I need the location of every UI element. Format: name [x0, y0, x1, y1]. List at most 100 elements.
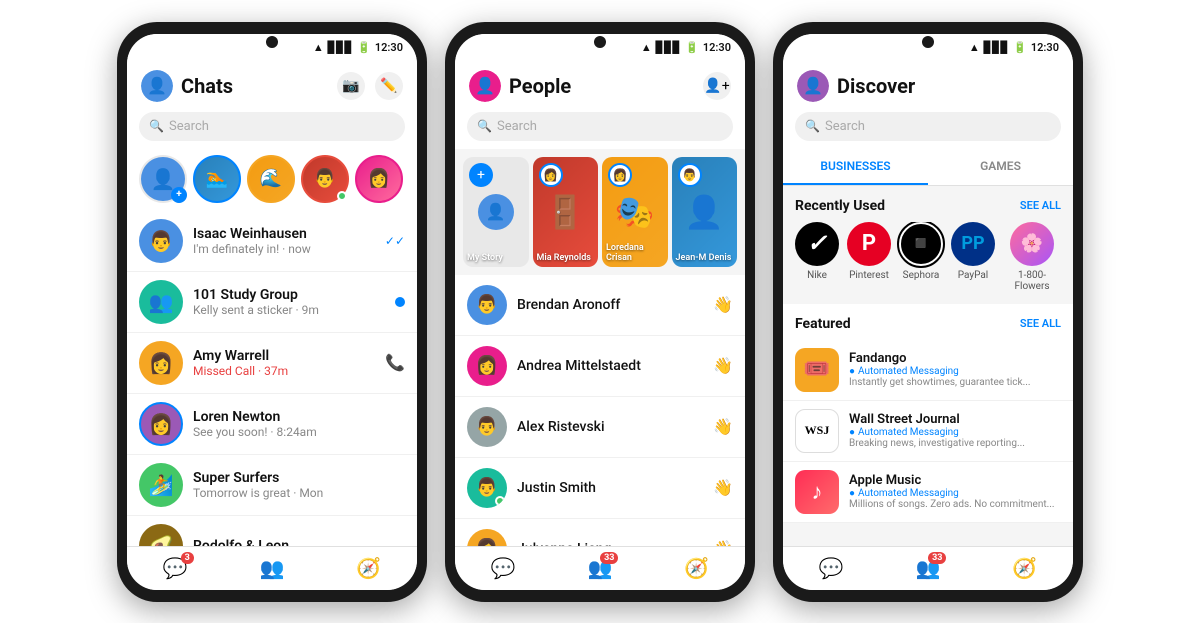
camera-button[interactable]: 📷 — [337, 72, 365, 100]
featured-title: Featured — [795, 316, 851, 332]
recently-used-title: Recently Used — [795, 198, 885, 214]
search-icon-discover: 🔍 — [805, 119, 820, 133]
search-input-people[interactable]: Search — [467, 112, 733, 141]
online-dot-justin — [495, 496, 505, 506]
discover-tabs: BUSINESSES GAMES — [783, 149, 1073, 186]
chat-preview-amy: Missed Call · 37m — [193, 364, 375, 378]
story-avatar-mia: 👩 — [539, 163, 563, 187]
clock: 12:30 — [375, 41, 403, 54]
wave-icon-brendan[interactable]: 👋 — [713, 295, 733, 314]
avatar-surfers: 🏄 — [139, 463, 183, 507]
wifi-icon-discover: ▲ — [969, 41, 980, 54]
recently-item-sephora[interactable]: ⬛ Sephora — [899, 222, 943, 292]
nav-chats-active[interactable]: 💬 3 — [163, 556, 188, 580]
wsj-logo: WSJ — [795, 409, 839, 453]
chat-name-surfers: Super Surfers — [193, 470, 405, 486]
story-item-3[interactable]: 👨 — [301, 155, 349, 203]
people-name-brendan: Brendan Aronoff — [517, 297, 703, 313]
nav-discover-people[interactable]: 🧭 — [684, 556, 709, 580]
avatar-rodolfo: 🥑 — [139, 524, 183, 546]
people-list: 👨 Brendan Aronoff 👋 👩 Andrea Mittelstaed… — [455, 275, 745, 546]
recently-item-nike[interactable]: ✓ Nike — [795, 222, 839, 292]
nav-discover-active[interactable]: 🧭 — [1012, 556, 1037, 580]
chat-item-rodolfo[interactable]: 🥑 Rodolfo & Leon — [127, 516, 417, 546]
story-card-mia[interactable]: 🚪 👩 Mia Reynolds — [533, 157, 599, 267]
people-item-andrea[interactable]: 👩 Andrea Mittelstaedt 👋 — [455, 336, 745, 397]
wave-icon-justin[interactable]: 👋 — [713, 478, 733, 497]
user-avatar-discover[interactable]: 👤 — [797, 70, 829, 102]
user-avatar-chats[interactable]: 👤 — [141, 70, 173, 102]
fandango-logo: 🎟️ — [795, 348, 839, 392]
story-add-btn[interactable]: + — [469, 163, 493, 187]
featured-item-fandango[interactable]: 🎟️ Fandango ● Automated Messaging Instan… — [783, 340, 1073, 401]
story-card-jean[interactable]: 👤 👨 Jean-M Denis — [672, 157, 738, 267]
story-item-2[interactable]: 🌊 — [247, 155, 295, 203]
bottom-nav-discover: 💬 👥 33 🧭 — [783, 546, 1073, 590]
chat-item-amy[interactable]: 👩 Amy Warrell Missed Call · 37m 📞 — [127, 333, 417, 394]
search-wrapper-people: 🔍 Search — [467, 112, 733, 141]
add-story-item[interactable]: 👤 + — [139, 155, 187, 203]
chats-header: 👤 Chats 📷 ✏️ — [127, 62, 417, 108]
chat-info-loren: Loren Newton See you soon! · 8:24am — [193, 409, 405, 439]
nav-chats-people[interactable]: 💬 — [491, 556, 516, 580]
battery-icon-people: 🔋 — [685, 41, 699, 54]
chat-item-studygroup[interactable]: 👥 101 Study Group Kelly sent a sticker ·… — [127, 272, 417, 333]
recently-item-flowers[interactable]: 🌸 1-800-Flowers — [1003, 222, 1061, 292]
recently-see-all[interactable]: SEE ALL — [1020, 199, 1061, 212]
search-input-chats[interactable]: Search — [139, 112, 405, 141]
search-input-discover[interactable]: Search — [795, 112, 1061, 141]
people-item-brendan[interactable]: 👨 Brendan Aronoff 👋 — [455, 275, 745, 336]
people-item-justin[interactable]: 👨 Justin Smith 👋 — [455, 458, 745, 519]
paypal-logo: PP — [951, 222, 995, 266]
screen-people: ▲ ▊▊▊ 🔋 12:30 👤 People 👤+ 🔍 Search — [455, 34, 745, 590]
search-icon-chats: 🔍 — [149, 119, 164, 133]
nav-people-chats[interactable]: 👥 — [260, 556, 285, 580]
wave-icon-andrea[interactable]: 👋 — [713, 356, 733, 375]
story-item-1[interactable]: 🏊 — [193, 155, 241, 203]
story-item-4[interactable]: 👩 — [355, 155, 403, 203]
story-row: 👤 + 🏊 🌊 👨 👩 — [127, 149, 417, 211]
add-story-btn[interactable]: + — [171, 187, 187, 203]
nav-discover-chats[interactable]: 🧭 — [356, 556, 381, 580]
chat-item-surfers[interactable]: 🏄 Super Surfers Tomorrow is great · Mon — [127, 455, 417, 516]
story-card-loredana[interactable]: 🎭 👩 Loredana Crisan — [602, 157, 668, 267]
featured-item-wsj[interactable]: WSJ Wall Street Journal ● Automated Mess… — [783, 401, 1073, 462]
story-circle-2: 🌊 — [247, 155, 295, 203]
chat-info-isaac: Isaac Weinhausen I'm definately in! · no… — [193, 226, 375, 256]
recently-item-pinterest[interactable]: P Pinterest — [847, 222, 891, 292]
read-check-isaac: ✓✓ — [385, 234, 405, 248]
recently-item-paypal[interactable]: PP PayPal — [951, 222, 995, 292]
people-name-justin: Justin Smith — [517, 480, 703, 496]
featured-meta-apple-music: ● Automated Messaging — [849, 488, 1061, 499]
chat-item-loren[interactable]: 👩 Loren Newton See you soon! · 8:24am — [127, 394, 417, 455]
nav-people-discover[interactable]: 👥 33 — [916, 556, 941, 580]
edit-button[interactable]: ✏️ — [375, 72, 403, 100]
tab-games[interactable]: GAMES — [928, 149, 1073, 185]
story-avatar-loredana: 👩 — [608, 163, 632, 187]
tab-businesses[interactable]: BUSINESSES — [783, 149, 928, 185]
people-item-julyanne[interactable]: 👩 Julyanne Liang 👋 — [455, 519, 745, 546]
sephora-logo: ⬛ — [899, 222, 943, 266]
add-person-button[interactable]: 👤+ — [703, 72, 731, 100]
nav-people-active[interactable]: 👥 33 — [588, 556, 613, 580]
mystory-label: My Story — [467, 253, 525, 263]
my-story-card[interactable]: 👤 + My Story — [463, 157, 529, 267]
verified-dot-fandango: ● — [849, 366, 855, 377]
wave-icon-alex[interactable]: 👋 — [713, 417, 733, 436]
chat-item-isaac[interactable]: 👨 Isaac Weinhausen I'm definately in! · … — [127, 211, 417, 272]
chat-name-isaac: Isaac Weinhausen — [193, 226, 375, 242]
featured-item-apple-music[interactable]: ♪ Apple Music ● Automated Messaging Mill… — [783, 462, 1073, 523]
user-avatar-people[interactable]: 👤 — [469, 70, 501, 102]
battery-icon-discover: 🔋 — [1013, 41, 1027, 54]
featured-meta-fandango: ● Automated Messaging — [849, 366, 1061, 377]
chat-meta-amy: 📞 — [385, 353, 405, 372]
featured-see-all[interactable]: SEE ALL — [1020, 317, 1061, 330]
chat-preview-loren: See you soon! · 8:24am — [193, 425, 405, 439]
nav-chats-discover[interactable]: 💬 — [819, 556, 844, 580]
people-name-alex: Alex Ristevski — [517, 419, 703, 435]
people-item-alex[interactable]: 👨 Alex Ristevski 👋 — [455, 397, 745, 458]
avatar-brendan: 👨 — [467, 285, 507, 325]
wifi-icon: ▲ — [313, 41, 324, 54]
discover-nav-icon: 🧭 — [1012, 556, 1037, 580]
story-circle-4: 👩 — [355, 155, 403, 203]
